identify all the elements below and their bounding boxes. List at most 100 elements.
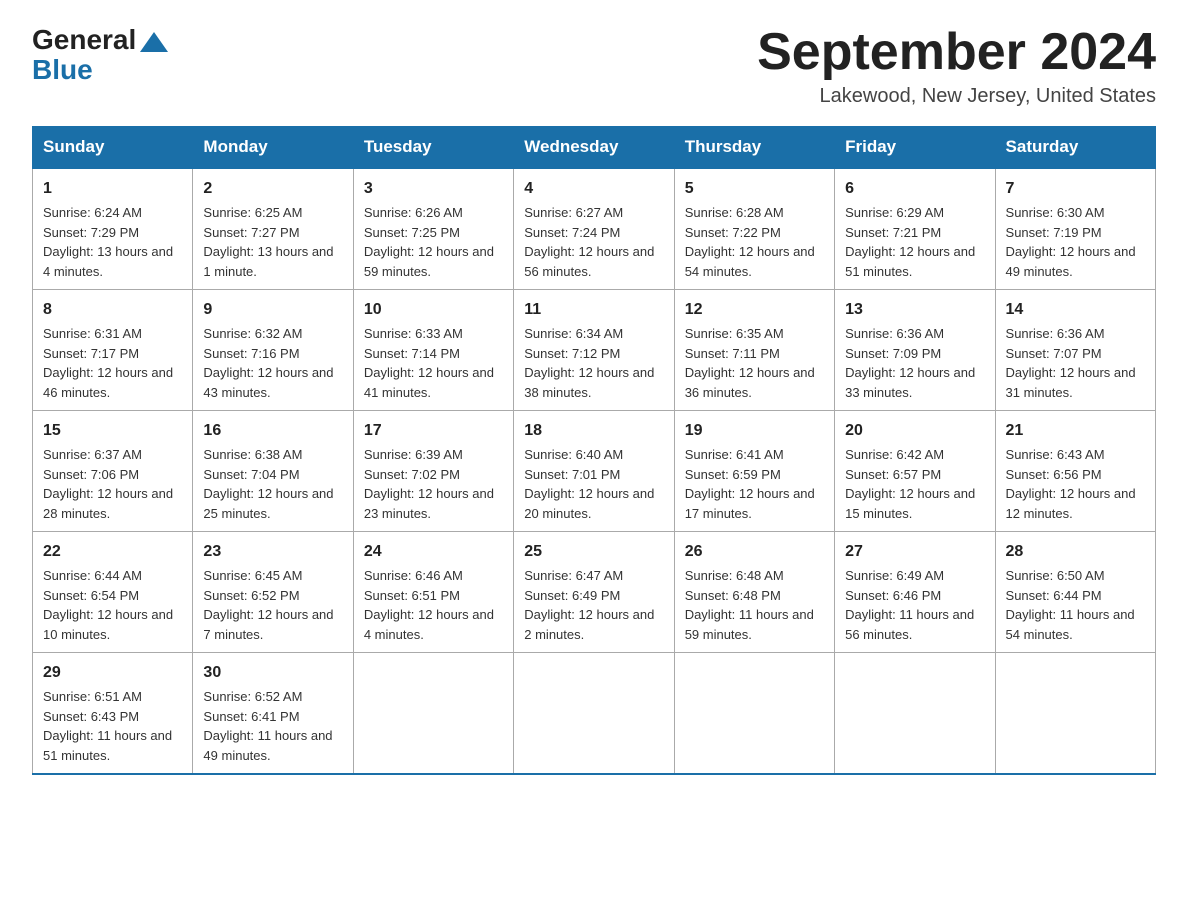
day-info: Sunrise: 6:51 AMSunset: 6:43 PMDaylight:… <box>43 689 172 763</box>
day-info: Sunrise: 6:24 AMSunset: 7:29 PMDaylight:… <box>43 205 173 279</box>
logo: General Blue <box>32 24 168 86</box>
day-info: Sunrise: 6:29 AMSunset: 7:21 PMDaylight:… <box>845 205 975 279</box>
logo-general-text: General <box>32 24 136 56</box>
calendar-day-cell: 23 Sunrise: 6:45 AMSunset: 6:52 PMDaylig… <box>193 532 353 653</box>
day-number: 28 <box>1006 540 1145 564</box>
day-number: 12 <box>685 298 824 322</box>
weekday-header-row: SundayMondayTuesdayWednesdayThursdayFrid… <box>33 127 1156 169</box>
calendar-day-cell: 3 Sunrise: 6:26 AMSunset: 7:25 PMDayligh… <box>353 168 513 290</box>
calendar-day-cell: 12 Sunrise: 6:35 AMSunset: 7:11 PMDaylig… <box>674 290 834 411</box>
day-info: Sunrise: 6:52 AMSunset: 6:41 PMDaylight:… <box>203 689 332 763</box>
calendar-day-cell: 26 Sunrise: 6:48 AMSunset: 6:48 PMDaylig… <box>674 532 834 653</box>
calendar-day-cell: 1 Sunrise: 6:24 AMSunset: 7:29 PMDayligh… <box>33 168 193 290</box>
calendar-day-cell: 25 Sunrise: 6:47 AMSunset: 6:49 PMDaylig… <box>514 532 674 653</box>
weekday-header-tuesday: Tuesday <box>353 127 513 169</box>
day-number: 8 <box>43 298 182 322</box>
day-number: 11 <box>524 298 663 322</box>
day-number: 19 <box>685 419 824 443</box>
day-info: Sunrise: 6:45 AMSunset: 6:52 PMDaylight:… <box>203 568 333 642</box>
calendar-day-cell: 4 Sunrise: 6:27 AMSunset: 7:24 PMDayligh… <box>514 168 674 290</box>
day-number: 15 <box>43 419 182 443</box>
day-number: 23 <box>203 540 342 564</box>
calendar-week-row: 22 Sunrise: 6:44 AMSunset: 6:54 PMDaylig… <box>33 532 1156 653</box>
day-number: 7 <box>1006 177 1145 201</box>
day-info: Sunrise: 6:25 AMSunset: 7:27 PMDaylight:… <box>203 205 333 279</box>
calendar-day-cell <box>835 653 995 775</box>
calendar-day-cell: 9 Sunrise: 6:32 AMSunset: 7:16 PMDayligh… <box>193 290 353 411</box>
calendar-day-cell: 30 Sunrise: 6:52 AMSunset: 6:41 PMDaylig… <box>193 653 353 775</box>
day-number: 29 <box>43 661 182 685</box>
day-number: 27 <box>845 540 984 564</box>
calendar-day-cell: 24 Sunrise: 6:46 AMSunset: 6:51 PMDaylig… <box>353 532 513 653</box>
day-info: Sunrise: 6:40 AMSunset: 7:01 PMDaylight:… <box>524 447 654 521</box>
calendar-day-cell: 20 Sunrise: 6:42 AMSunset: 6:57 PMDaylig… <box>835 411 995 532</box>
logo-triangle-icon <box>140 32 168 52</box>
title-section: September 2024 Lakewood, New Jersey, Uni… <box>757 24 1156 108</box>
calendar-day-cell: 2 Sunrise: 6:25 AMSunset: 7:27 PMDayligh… <box>193 168 353 290</box>
day-info: Sunrise: 6:34 AMSunset: 7:12 PMDaylight:… <box>524 326 654 400</box>
calendar-day-cell: 8 Sunrise: 6:31 AMSunset: 7:17 PMDayligh… <box>33 290 193 411</box>
day-info: Sunrise: 6:36 AMSunset: 7:07 PMDaylight:… <box>1006 326 1136 400</box>
calendar-week-row: 29 Sunrise: 6:51 AMSunset: 6:43 PMDaylig… <box>33 653 1156 775</box>
day-number: 30 <box>203 661 342 685</box>
day-number: 10 <box>364 298 503 322</box>
weekday-header-wednesday: Wednesday <box>514 127 674 169</box>
day-number: 2 <box>203 177 342 201</box>
day-info: Sunrise: 6:37 AMSunset: 7:06 PMDaylight:… <box>43 447 173 521</box>
day-number: 3 <box>364 177 503 201</box>
calendar-week-row: 1 Sunrise: 6:24 AMSunset: 7:29 PMDayligh… <box>33 168 1156 290</box>
calendar-day-cell: 11 Sunrise: 6:34 AMSunset: 7:12 PMDaylig… <box>514 290 674 411</box>
calendar-day-cell: 17 Sunrise: 6:39 AMSunset: 7:02 PMDaylig… <box>353 411 513 532</box>
calendar-day-cell: 18 Sunrise: 6:40 AMSunset: 7:01 PMDaylig… <box>514 411 674 532</box>
day-info: Sunrise: 6:46 AMSunset: 6:51 PMDaylight:… <box>364 568 494 642</box>
day-info: Sunrise: 6:28 AMSunset: 7:22 PMDaylight:… <box>685 205 815 279</box>
calendar-day-cell <box>995 653 1155 775</box>
day-info: Sunrise: 6:31 AMSunset: 7:17 PMDaylight:… <box>43 326 173 400</box>
month-title: September 2024 <box>757 24 1156 81</box>
day-number: 9 <box>203 298 342 322</box>
day-info: Sunrise: 6:27 AMSunset: 7:24 PMDaylight:… <box>524 205 654 279</box>
calendar-day-cell: 29 Sunrise: 6:51 AMSunset: 6:43 PMDaylig… <box>33 653 193 775</box>
day-number: 18 <box>524 419 663 443</box>
weekday-header-thursday: Thursday <box>674 127 834 169</box>
calendar-day-cell <box>514 653 674 775</box>
day-number: 14 <box>1006 298 1145 322</box>
day-info: Sunrise: 6:50 AMSunset: 6:44 PMDaylight:… <box>1006 568 1135 642</box>
day-number: 25 <box>524 540 663 564</box>
day-info: Sunrise: 6:43 AMSunset: 6:56 PMDaylight:… <box>1006 447 1136 521</box>
calendar-day-cell: 15 Sunrise: 6:37 AMSunset: 7:06 PMDaylig… <box>33 411 193 532</box>
weekday-header-saturday: Saturday <box>995 127 1155 169</box>
day-info: Sunrise: 6:38 AMSunset: 7:04 PMDaylight:… <box>203 447 333 521</box>
day-number: 4 <box>524 177 663 201</box>
weekday-header-monday: Monday <box>193 127 353 169</box>
calendar-day-cell: 7 Sunrise: 6:30 AMSunset: 7:19 PMDayligh… <box>995 168 1155 290</box>
calendar-day-cell <box>353 653 513 775</box>
day-number: 20 <box>845 419 984 443</box>
logo-blue-text: Blue <box>32 54 93 86</box>
calendar-day-cell: 14 Sunrise: 6:36 AMSunset: 7:07 PMDaylig… <box>995 290 1155 411</box>
calendar-day-cell: 16 Sunrise: 6:38 AMSunset: 7:04 PMDaylig… <box>193 411 353 532</box>
calendar-table: SundayMondayTuesdayWednesdayThursdayFrid… <box>32 126 1156 775</box>
calendar-day-cell: 6 Sunrise: 6:29 AMSunset: 7:21 PMDayligh… <box>835 168 995 290</box>
day-info: Sunrise: 6:41 AMSunset: 6:59 PMDaylight:… <box>685 447 815 521</box>
page-header: General Blue September 2024 Lakewood, Ne… <box>32 24 1156 108</box>
day-number: 13 <box>845 298 984 322</box>
day-number: 21 <box>1006 419 1145 443</box>
weekday-header-friday: Friday <box>835 127 995 169</box>
day-info: Sunrise: 6:35 AMSunset: 7:11 PMDaylight:… <box>685 326 815 400</box>
day-info: Sunrise: 6:32 AMSunset: 7:16 PMDaylight:… <box>203 326 333 400</box>
day-info: Sunrise: 6:42 AMSunset: 6:57 PMDaylight:… <box>845 447 975 521</box>
calendar-day-cell: 13 Sunrise: 6:36 AMSunset: 7:09 PMDaylig… <box>835 290 995 411</box>
day-info: Sunrise: 6:48 AMSunset: 6:48 PMDaylight:… <box>685 568 814 642</box>
calendar-day-cell: 19 Sunrise: 6:41 AMSunset: 6:59 PMDaylig… <box>674 411 834 532</box>
calendar-day-cell: 21 Sunrise: 6:43 AMSunset: 6:56 PMDaylig… <box>995 411 1155 532</box>
day-info: Sunrise: 6:44 AMSunset: 6:54 PMDaylight:… <box>43 568 173 642</box>
calendar-day-cell: 22 Sunrise: 6:44 AMSunset: 6:54 PMDaylig… <box>33 532 193 653</box>
day-number: 1 <box>43 177 182 201</box>
day-number: 17 <box>364 419 503 443</box>
day-number: 16 <box>203 419 342 443</box>
day-info: Sunrise: 6:49 AMSunset: 6:46 PMDaylight:… <box>845 568 974 642</box>
calendar-day-cell: 5 Sunrise: 6:28 AMSunset: 7:22 PMDayligh… <box>674 168 834 290</box>
calendar-day-cell: 27 Sunrise: 6:49 AMSunset: 6:46 PMDaylig… <box>835 532 995 653</box>
day-number: 24 <box>364 540 503 564</box>
